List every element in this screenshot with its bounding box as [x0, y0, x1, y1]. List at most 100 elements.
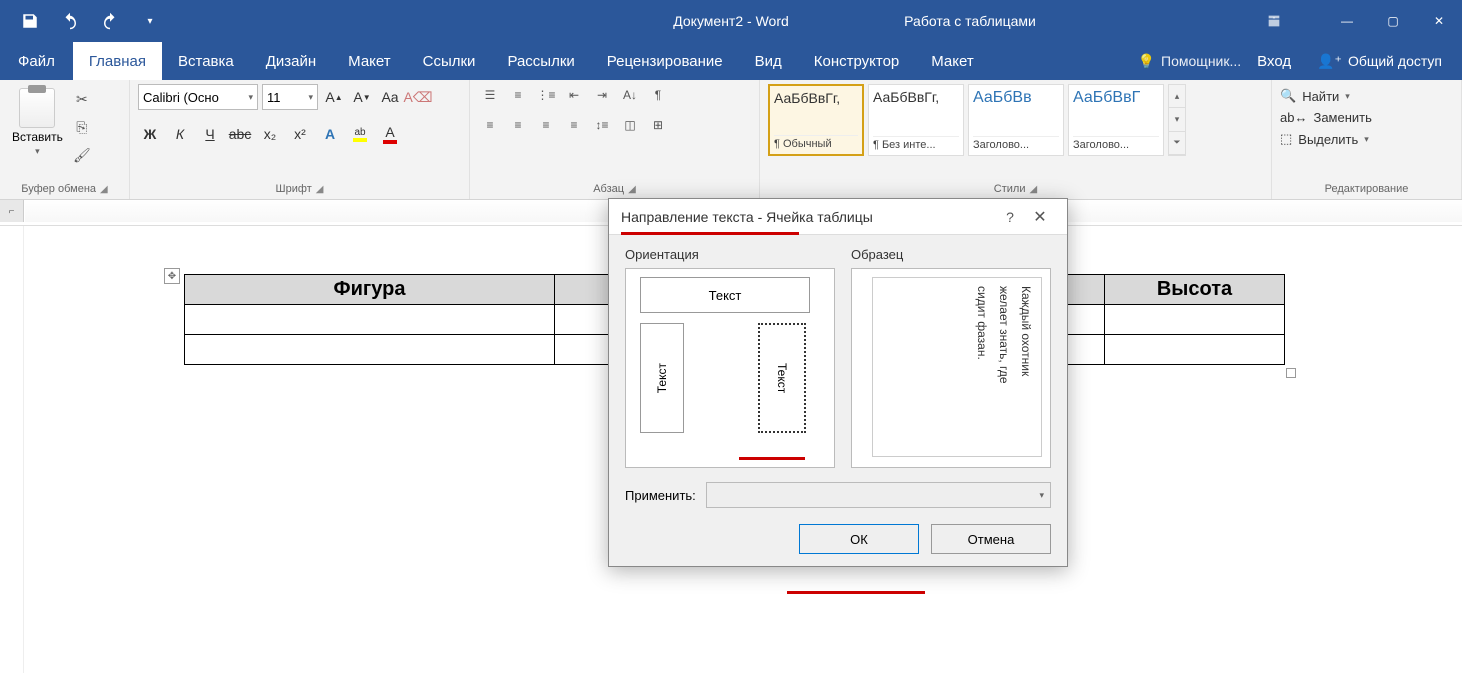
multilevel-icon[interactable]: ⋮≡: [534, 84, 558, 106]
numbering-icon[interactable]: ≡: [506, 84, 530, 106]
decrease-indent-icon[interactable]: ⇤: [562, 84, 586, 106]
group-editing: 🔍Найти▾ ab↔Заменить ⬚Выделить▾ Редактиро…: [1272, 80, 1462, 199]
bullets-icon[interactable]: ☰: [478, 84, 502, 106]
font-color-icon[interactable]: A: [378, 122, 402, 146]
tell-me-search[interactable]: 💡 Помощник...: [1138, 53, 1242, 70]
show-marks-icon[interactable]: ¶: [646, 84, 670, 106]
annotation-underline: [739, 457, 805, 460]
grow-font-icon[interactable]: A▲: [322, 85, 346, 109]
tab-table-design[interactable]: Конструктор: [798, 42, 916, 80]
apply-to-label: Применить:: [625, 488, 696, 503]
superscript-button[interactable]: x²: [288, 122, 312, 146]
dialog-help-icon[interactable]: ?: [995, 209, 1025, 225]
copy-icon[interactable]: ⎘: [71, 116, 93, 138]
minimize-icon[interactable]: ―: [1324, 6, 1370, 36]
shrink-font-icon[interactable]: A▼: [350, 85, 374, 109]
paragraph-launcher-icon[interactable]: ◢: [628, 184, 636, 195]
apply-to-combo[interactable]: ▾: [706, 482, 1051, 508]
table-cell[interactable]: [1105, 335, 1285, 365]
ribbon-display-options-icon[interactable]: [1266, 13, 1282, 29]
align-right-icon[interactable]: ≡: [534, 114, 558, 136]
tab-selector-icon[interactable]: ⌐: [0, 200, 24, 222]
tab-insert[interactable]: Вставка: [162, 42, 250, 80]
close-icon[interactable]: ✕: [1416, 6, 1462, 36]
table-cell[interactable]: [1105, 305, 1285, 335]
shading-icon[interactable]: ◫: [618, 114, 642, 136]
cut-icon[interactable]: ✂: [71, 88, 93, 110]
format-painter-icon[interactable]: 🖌: [71, 144, 93, 166]
align-center-icon[interactable]: ≡: [506, 114, 530, 136]
sort-icon[interactable]: A↓: [618, 84, 642, 106]
share-button[interactable]: 👤⁺ Общий доступ: [1307, 53, 1452, 70]
tab-design[interactable]: Дизайн: [250, 42, 332, 80]
clipboard-launcher-icon[interactable]: ◢: [100, 184, 108, 195]
text-direction-dialog: Направление текста - Ячейка таблицы ? ✕ …: [608, 198, 1068, 567]
font-name-value: Calibri (Осно: [143, 90, 219, 105]
replace-icon: ab↔: [1280, 110, 1307, 125]
strike-button[interactable]: abc: [228, 122, 252, 146]
tab-references[interactable]: Ссылки: [407, 42, 492, 80]
increase-indent-icon[interactable]: ⇥: [590, 84, 614, 106]
undo-icon[interactable]: [52, 5, 88, 37]
maximize-icon[interactable]: ▢: [1370, 6, 1416, 36]
bold-button[interactable]: Ж: [138, 122, 162, 146]
underline-button[interactable]: Ч: [198, 122, 222, 146]
style-name: ¶ Без инте...: [873, 136, 959, 151]
styles-launcher-icon[interactable]: ◢: [1030, 184, 1038, 195]
table-resize-handle-icon[interactable]: [1286, 368, 1296, 378]
font-size-value: 11: [267, 90, 281, 105]
align-left-icon[interactable]: ≡: [478, 114, 502, 136]
sign-in-button[interactable]: Вход: [1247, 53, 1301, 70]
change-case-icon[interactable]: Aa: [378, 85, 402, 109]
tab-mailings[interactable]: Рассылки: [491, 42, 590, 80]
style-normal[interactable]: АаБбВвГг, ¶ Обычный: [768, 84, 864, 156]
tab-view[interactable]: Вид: [739, 42, 798, 80]
find-button[interactable]: 🔍Найти▾: [1280, 88, 1372, 104]
paste-button[interactable]: Вставить ▾: [8, 84, 67, 161]
orientation-box: Текст Текст Текст: [625, 268, 835, 468]
tab-review[interactable]: Рецензирование: [591, 42, 739, 80]
title-bar: ▾ Документ2 - Word Работа с таблицами ― …: [0, 0, 1462, 42]
select-button[interactable]: ⬚Выделить▾: [1280, 131, 1372, 147]
vertical-ruler[interactable]: [0, 226, 24, 673]
style-name: Заголово...: [1073, 136, 1159, 151]
table-cell[interactable]: [185, 305, 555, 335]
redo-icon[interactable]: [92, 5, 128, 37]
save-icon[interactable]: [12, 5, 48, 37]
orientation-horizontal[interactable]: Текст: [640, 277, 810, 313]
highlight-icon[interactable]: ab: [348, 122, 372, 146]
replace-button[interactable]: ab↔Заменить: [1280, 110, 1372, 125]
style-no-spacing[interactable]: АаБбВвГг, ¶ Без инте...: [868, 84, 964, 156]
select-label: Выделить: [1298, 132, 1358, 147]
tab-table-layout[interactable]: Макет: [915, 42, 989, 80]
dialog-close-icon[interactable]: ✕: [1025, 207, 1055, 227]
document-title: Документ2 - Word: [673, 13, 789, 29]
subscript-button[interactable]: x₂: [258, 122, 282, 146]
qat-customize-icon[interactable]: ▾: [132, 5, 168, 37]
font-name-combo[interactable]: Calibri (Осно▾: [138, 84, 258, 110]
tab-home[interactable]: Главная: [73, 42, 162, 80]
text-effects-icon[interactable]: A: [318, 122, 342, 146]
tab-file[interactable]: Файл: [0, 42, 73, 80]
cancel-button[interactable]: Отмена: [931, 524, 1051, 554]
tab-layout[interactable]: Макет: [332, 42, 406, 80]
ok-button[interactable]: ОК: [799, 524, 919, 554]
style-heading1[interactable]: АаБбВв Заголово...: [968, 84, 1064, 156]
borders-icon[interactable]: ⊞: [646, 114, 670, 136]
style-heading2[interactable]: АаБбВвГ Заголово...: [1068, 84, 1164, 156]
font-launcher-icon[interactable]: ◢: [316, 184, 324, 195]
ribbon-tabs: Файл Главная Вставка Дизайн Макет Ссылки…: [0, 42, 1462, 80]
orientation-vertical-down[interactable]: Текст: [758, 323, 806, 433]
table-header-col4[interactable]: Высота: [1105, 275, 1285, 305]
italic-button[interactable]: К: [168, 122, 192, 146]
orientation-vertical-up[interactable]: Текст: [640, 323, 684, 433]
table-cell[interactable]: [185, 335, 555, 365]
table-header-col1[interactable]: Фигура: [185, 275, 555, 305]
table-move-handle-icon[interactable]: ✥: [164, 268, 180, 284]
font-size-combo[interactable]: 11▾: [262, 84, 318, 110]
line-spacing-icon[interactable]: ↕≡: [590, 114, 614, 136]
styles-more-button[interactable]: ▴▾⏷: [1168, 84, 1186, 156]
style-name: Заголово...: [973, 136, 1059, 151]
clear-format-icon[interactable]: A⌫: [406, 85, 430, 109]
justify-icon[interactable]: ≡: [562, 114, 586, 136]
